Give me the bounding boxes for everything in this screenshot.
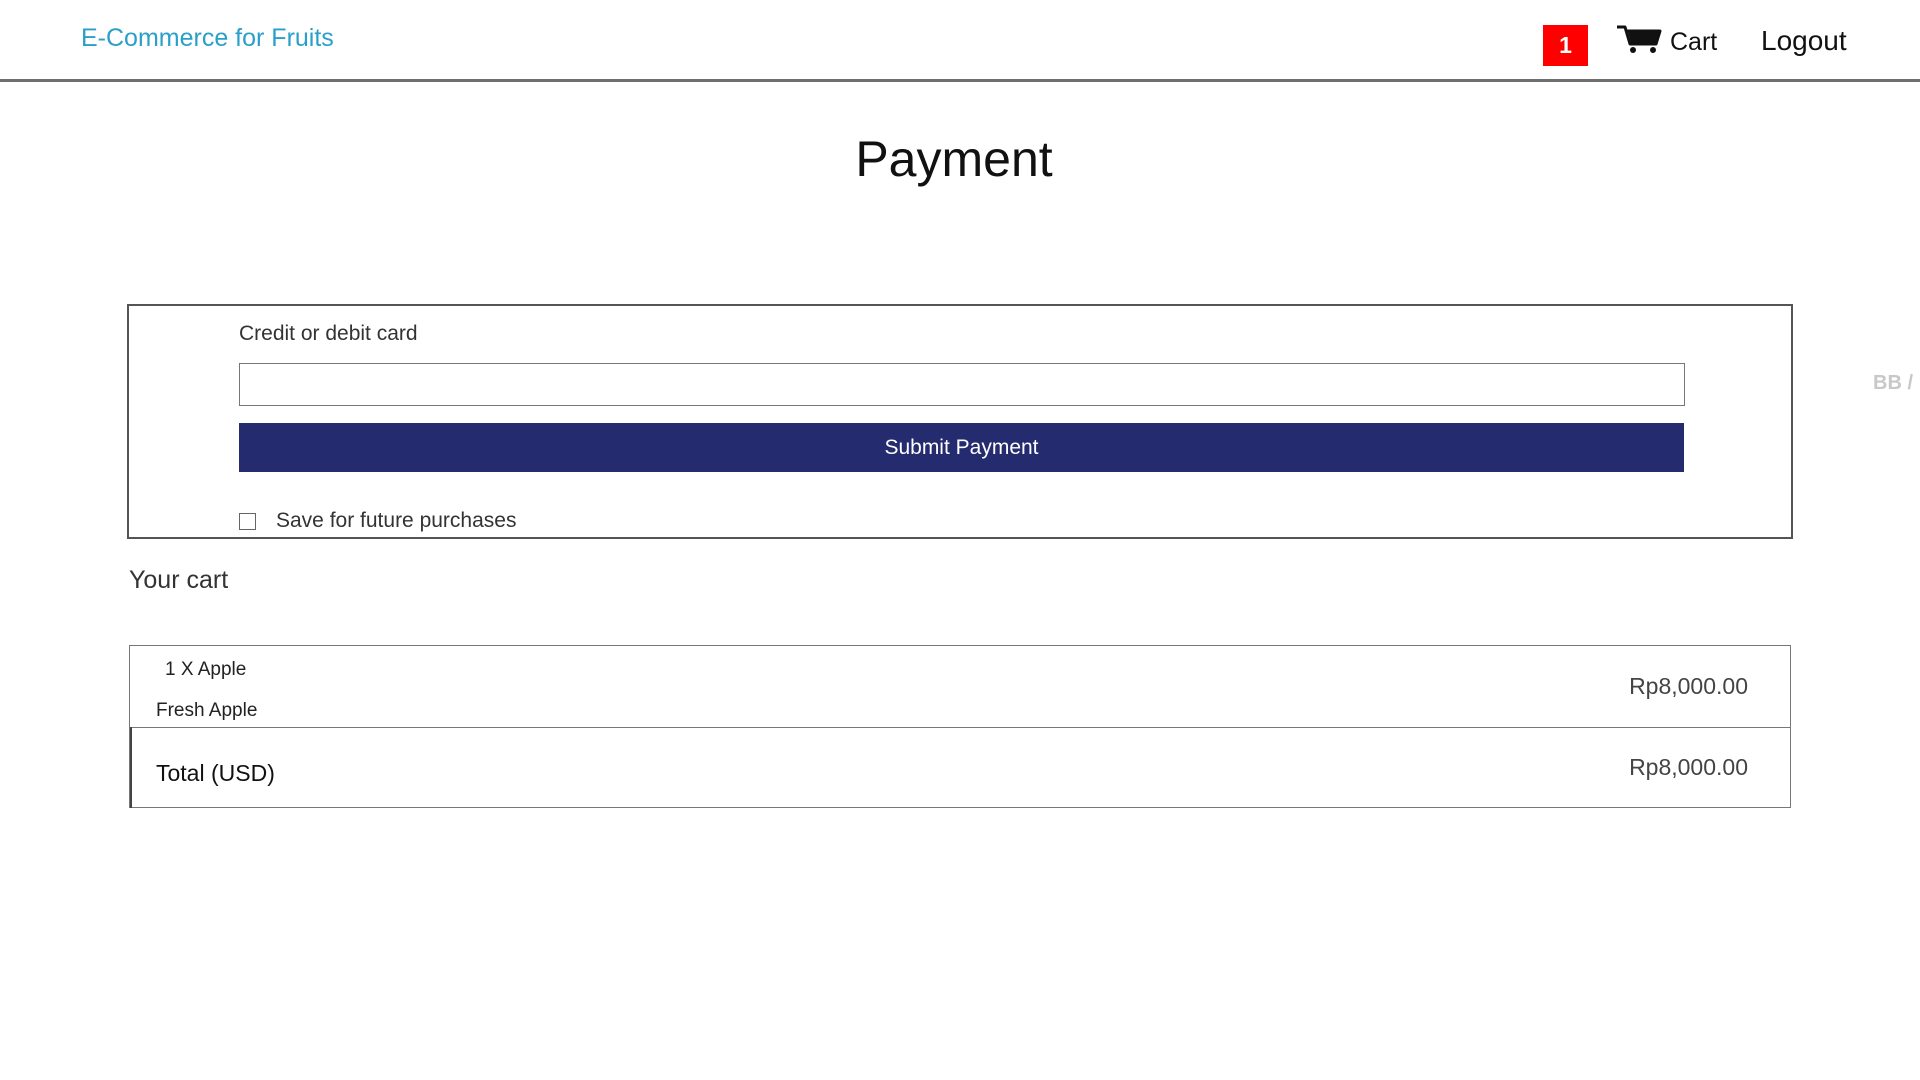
shopping-cart-icon bbox=[1616, 24, 1662, 61]
submit-payment-button[interactable]: Submit Payment bbox=[239, 423, 1684, 472]
save-for-future-checkbox[interactable] bbox=[239, 512, 256, 530]
cart-item-description: Fresh Apple bbox=[156, 700, 258, 721]
total-row-edge bbox=[130, 727, 132, 808]
card-number-input[interactable] bbox=[239, 363, 1685, 406]
cart-label: Cart bbox=[1670, 28, 1718, 56]
row-divider bbox=[130, 727, 1790, 728]
cart-item-price: Rp8,000.00 bbox=[1629, 673, 1748, 699]
payment-form: Credit or debit card Submit Payment Save… bbox=[127, 304, 1793, 539]
save-for-future-row: Save for future purchases bbox=[239, 509, 516, 533]
logout-link[interactable]: Logout bbox=[1761, 25, 1847, 57]
card-field-label: Credit or debit card bbox=[239, 322, 418, 345]
cart-count-badge: 1 bbox=[1543, 25, 1588, 66]
side-note: BB / bbox=[1873, 372, 1913, 394]
cart-item-name: 1 X Apple bbox=[165, 659, 247, 680]
cart-heading: Your cart bbox=[129, 566, 229, 594]
brand-link[interactable]: E-Commerce for Fruits bbox=[81, 24, 334, 53]
page-title: Payment bbox=[855, 131, 1053, 187]
save-for-future-label: Save for future purchases bbox=[276, 509, 517, 532]
cart-summary: 1 X Apple Fresh Apple Rp8,000.00 Total (… bbox=[129, 645, 1791, 808]
total-price: Rp8,000.00 bbox=[1629, 754, 1748, 780]
total-label: Total (USD) bbox=[156, 760, 275, 786]
navbar: E-Commerce for Fruits 1 Cart Logout bbox=[0, 0, 1920, 82]
cart-link[interactable]: Cart bbox=[1616, 24, 1717, 61]
